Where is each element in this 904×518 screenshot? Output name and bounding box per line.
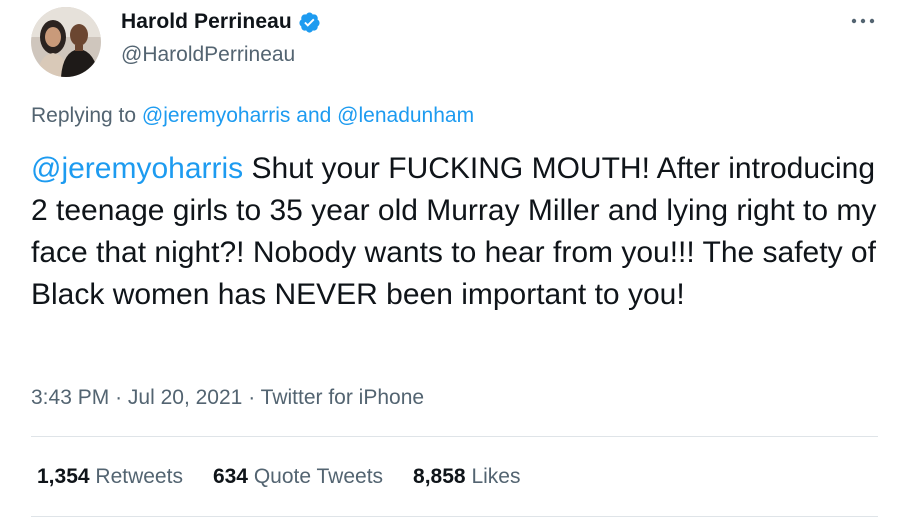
tweet-time[interactable]: 3:43 PM [31, 386, 109, 409]
replying-to-line: Replying to @jeremyoharris and @lenadunh… [31, 104, 474, 128]
reply-mention-link[interactable]: @jeremyoharris [142, 104, 291, 127]
tweet-date[interactable]: Jul 20, 2021 [128, 386, 242, 409]
quote-tweets-count: 634 [212, 465, 248, 488]
retweets-label: Retweets [95, 465, 183, 488]
likes-label: Likes [471, 465, 521, 488]
more-options-icon[interactable] [848, 8, 878, 34]
reply-conjunction: and [296, 104, 332, 127]
likes-stat[interactable]: 8,858 Likes [413, 465, 520, 489]
retweets-count: 1,354 [37, 465, 90, 488]
author-name-row: Harold Perrineau [121, 10, 321, 34]
quote-tweets-stat[interactable]: 634 Quote Tweets [213, 465, 383, 489]
reply-mention-link[interactable]: @lenadunham [337, 104, 474, 127]
replying-prefix: Replying to [31, 104, 137, 127]
meta-separator: · [248, 386, 256, 409]
author-handle[interactable]: @HaroldPerrineau [121, 43, 295, 67]
avatar-photo [31, 7, 101, 77]
verified-badge-icon [298, 11, 321, 34]
tweet-text: @jeremyoharris Shut your FUCKING MOUTH! … [31, 148, 891, 316]
tweet-meta: 3:43 PM · Jul 20, 2021 · Twitter for iPh… [31, 386, 424, 410]
tweet-mention-link[interactable]: @jeremyoharris [31, 152, 243, 185]
retweets-stat[interactable]: 1,354 Retweets [37, 465, 183, 489]
likes-count: 8,858 [413, 465, 466, 488]
quote-tweets-label: Quote Tweets [253, 465, 384, 488]
divider [31, 516, 878, 517]
tweet-card: Harold Perrineau @HaroldPerrineau Replyi… [0, 0, 904, 518]
divider [31, 436, 878, 437]
author-display-name[interactable]: Harold Perrineau [121, 10, 292, 34]
avatar[interactable] [31, 7, 101, 77]
tweet-source[interactable]: Twitter for iPhone [261, 386, 424, 409]
meta-separator: · [115, 386, 123, 409]
tweet-stats: 1,354 Retweets 634 Quote Tweets 8,858 Li… [37, 465, 520, 489]
